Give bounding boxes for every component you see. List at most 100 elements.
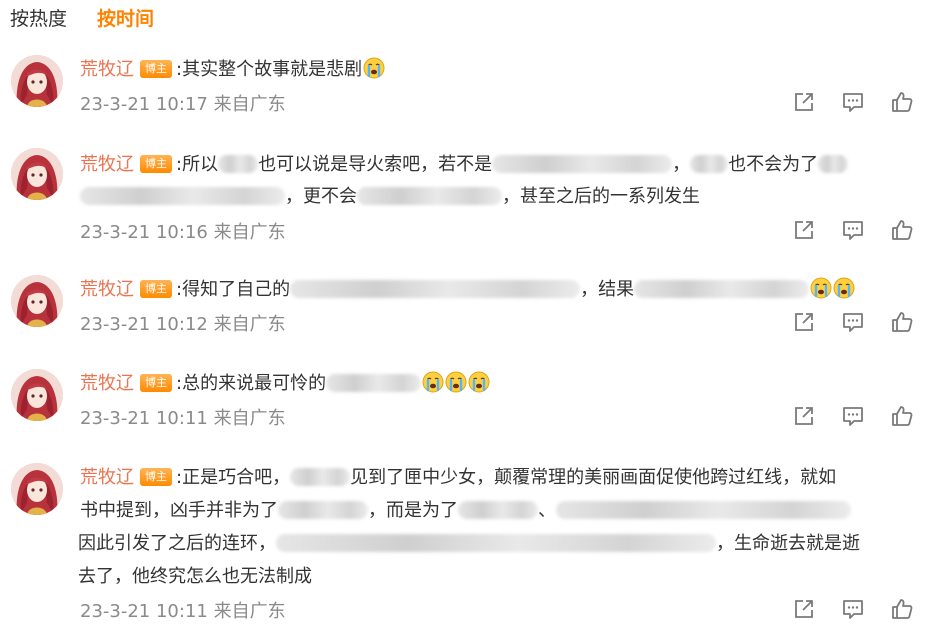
comment-meta: 23-3-21 10:11 来自广东 <box>80 597 286 623</box>
redacted-text <box>357 187 502 205</box>
comment-text-part: 也不会为了 <box>728 154 819 175</box>
comment-actions <box>792 90 914 114</box>
comment-text: 书中提到，凶手并非为了 ，而是为了 、 <box>80 495 910 526</box>
comment-icon[interactable] <box>841 310 865 334</box>
share-icon[interactable] <box>792 310 816 334</box>
avatar[interactable] <box>11 148 63 200</box>
share-icon[interactable] <box>792 404 816 428</box>
comment-text-part: ，生命逝去就是逝 <box>716 533 860 554</box>
comment-text: ，更不会 ，甚至之后的一系列发生 <box>80 181 910 212</box>
redacted-text <box>290 468 351 486</box>
redacted-text <box>690 155 729 173</box>
avatar[interactable] <box>11 369 63 421</box>
comment-text-part: :总的来说最可怜的 <box>176 373 327 394</box>
comment-text-part: ，甚至之后的一系列发生 <box>502 186 700 207</box>
redacted-text <box>818 155 849 173</box>
redacted-text <box>290 280 581 298</box>
crying-emoji-icon <box>468 371 490 393</box>
comment-text-part: 见到了匣中少女，颠覆常理的美丽画面促使他跨过红线，就如 <box>350 467 837 488</box>
location: 来自广东 <box>213 222 286 243</box>
comment-meta: 23-3-21 10:17 来自广东 <box>80 90 286 116</box>
location: 来自广东 <box>213 408 286 429</box>
comment-text: 荒牧辽 博主:其实整个故事就是悲剧 <box>80 54 910 85</box>
sort-tabs: 按热度 按时间 <box>10 4 154 30</box>
comment-text: 荒牧辽 博主:所以 也可以说是导火索吧，若不是 ， 也不会为了 <box>80 149 910 180</box>
comment-text-part: ，结果 <box>580 279 635 300</box>
author-name[interactable]: 荒牧辽 <box>80 154 134 175</box>
redacted-text <box>556 501 851 519</box>
comment-actions <box>792 597 914 621</box>
comment-actions <box>792 310 914 334</box>
author-name[interactable]: 荒牧辽 <box>80 279 134 300</box>
comment-meta: 23-3-21 10:12 来自广东 <box>80 310 286 336</box>
comment-text-part: 、 <box>538 500 556 521</box>
avatar[interactable] <box>11 463 63 515</box>
comment-text: 荒牧辽 博主:得知了自己的 ，结果 <box>80 274 910 305</box>
share-icon[interactable] <box>792 90 816 114</box>
author-badge: 博主 <box>140 155 172 173</box>
comment-text-part: 因此引发了之后的连环， <box>78 533 276 554</box>
author-name[interactable]: 荒牧辽 <box>80 59 134 80</box>
author-name[interactable]: 荒牧辽 <box>80 373 134 394</box>
comment-text: 荒牧辽 博主:总的来说最可怜的 <box>80 368 910 399</box>
comment-icon[interactable] <box>841 90 865 114</box>
redacted-text <box>634 280 810 298</box>
avatar[interactable] <box>11 55 63 107</box>
share-icon[interactable] <box>792 218 816 242</box>
comment-text: 因此引发了之后的连环， ，生命逝去就是逝 <box>78 528 910 559</box>
share-icon[interactable] <box>792 597 816 621</box>
crying-emoji-icon <box>363 57 385 79</box>
comment-meta: 23-3-21 10:16 来自广东 <box>80 218 286 244</box>
redacted-text <box>278 501 368 519</box>
comment-text-part: 去了，他终究怎么也无法制成 <box>78 566 312 587</box>
author-badge: 博主 <box>140 280 172 298</box>
location: 来自广东 <box>213 94 286 115</box>
comment-text-part: ，而是为了 <box>368 500 458 521</box>
location: 来自广东 <box>213 314 286 335</box>
timestamp: 23-3-21 10:11 <box>80 601 208 622</box>
author-badge: 博主 <box>140 60 172 78</box>
timestamp: 23-3-21 10:12 <box>80 314 208 335</box>
comment-meta: 23-3-21 10:11 来自广东 <box>80 404 286 430</box>
timestamp: 23-3-21 10:17 <box>80 94 208 115</box>
tab-by-popularity[interactable]: 按热度 <box>10 4 67 31</box>
location: 来自广东 <box>213 601 286 622</box>
comment-text-part: :正是巧合吧， <box>176 467 291 488</box>
comment-text: 去了，他终究怎么也无法制成 <box>78 561 910 592</box>
redacted-text <box>276 534 716 552</box>
comment-actions <box>792 404 914 428</box>
crying-emoji-icon <box>422 371 444 393</box>
author-badge: 博主 <box>140 374 172 392</box>
like-icon[interactable] <box>890 90 914 114</box>
comment-text-part: 也可以说是导火索吧，若不是 <box>258 154 493 175</box>
crying-emoji-icon <box>445 371 467 393</box>
comment-actions <box>792 218 914 242</box>
comment-text: 荒牧辽 博主:正是巧合吧， 见到了匣中少女，颠覆常理的美丽画面促使他跨过红线，就如 <box>80 462 910 493</box>
redacted-text <box>218 155 259 173</box>
comment-text-part: ， <box>672 154 691 175</box>
timestamp: 23-3-21 10:16 <box>80 222 208 243</box>
crying-emoji-icon <box>833 277 855 299</box>
redacted-text <box>492 155 673 173</box>
comment-text-part: 书中提到，凶手并非为了 <box>80 500 278 521</box>
avatar[interactable] <box>11 275 63 327</box>
tab-by-time[interactable]: 按时间 <box>97 4 154 31</box>
like-icon[interactable] <box>890 597 914 621</box>
crying-emoji-icon <box>810 277 832 299</box>
comment-icon[interactable] <box>841 404 865 428</box>
redacted-text <box>458 501 538 519</box>
like-icon[interactable] <box>890 404 914 428</box>
author-badge: 博主 <box>140 468 172 486</box>
redacted-text <box>80 187 285 205</box>
comment-text-part: ，更不会 <box>285 186 357 207</box>
comment-icon[interactable] <box>841 597 865 621</box>
redacted-text <box>326 374 422 392</box>
comment-text-part: :其实整个故事就是悲剧 <box>176 59 363 80</box>
like-icon[interactable] <box>890 310 914 334</box>
comment-text-part: :所以 <box>176 154 219 175</box>
like-icon[interactable] <box>890 218 914 242</box>
author-name[interactable]: 荒牧辽 <box>80 467 134 488</box>
comment-icon[interactable] <box>841 218 865 242</box>
comment-text-part: :得知了自己的 <box>176 279 291 300</box>
timestamp: 23-3-21 10:11 <box>80 408 208 429</box>
